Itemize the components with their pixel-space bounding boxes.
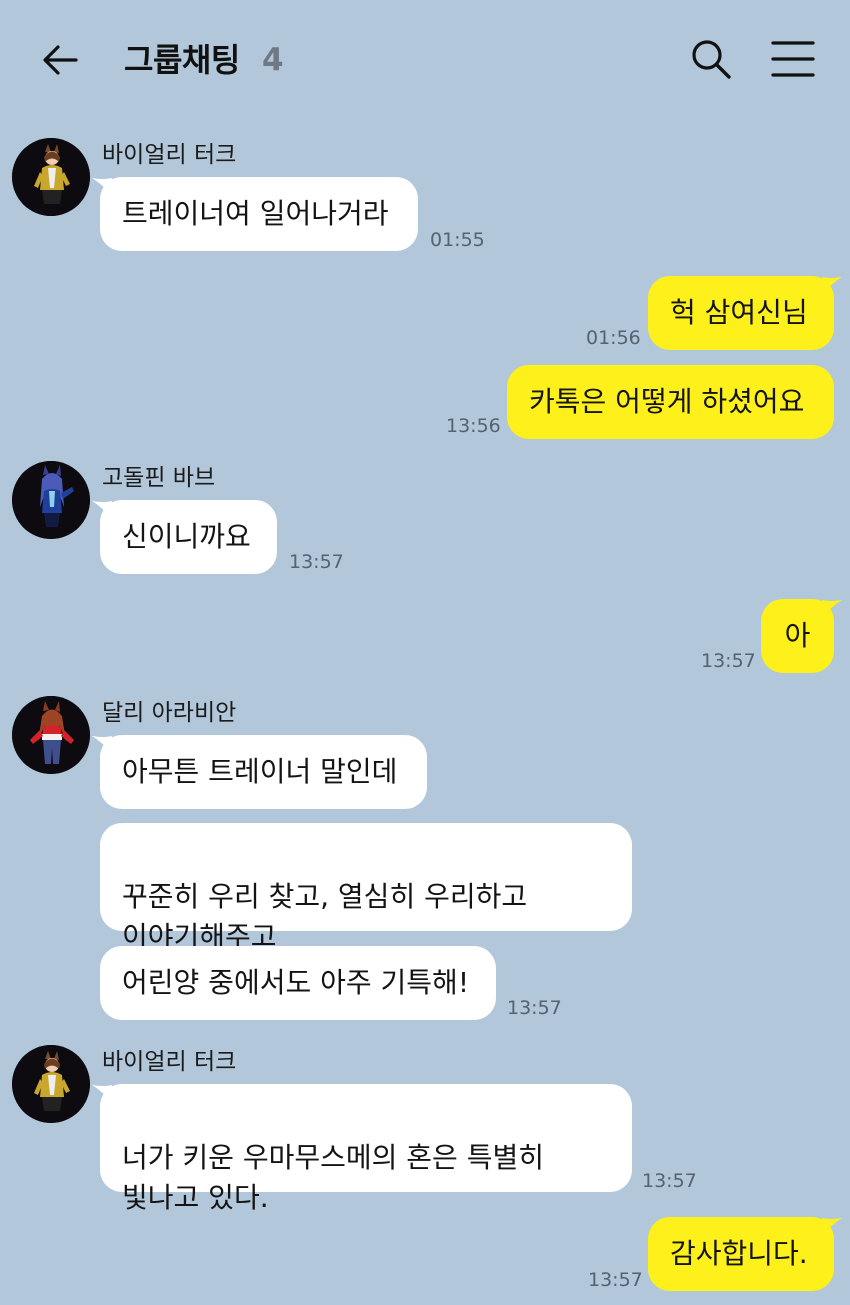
message-bubble[interactable]: 어린양 중에서도 아주 기특해!	[100, 946, 496, 1020]
message-text: 감사합니다.	[670, 1237, 808, 1270]
my-message-bubble[interactable]: 감사합니다.	[648, 1217, 834, 1291]
bubble-tail	[822, 600, 842, 618]
sender-name: 고돌핀 바브	[102, 465, 216, 491]
sender-name: 달리 아라비안	[102, 700, 237, 726]
chat-header: 그룹채팅 4	[0, 0, 850, 120]
message-text: 어린양 중에서도 아주 기특해!	[122, 966, 470, 999]
message-text: 신이니까요	[122, 520, 251, 553]
message-text: 트레이너여 일어나거라	[122, 197, 389, 230]
hamburger-menu-icon[interactable]	[770, 38, 816, 80]
sender-name: 바이얼리 터크	[102, 142, 237, 168]
bubble-tail	[822, 277, 842, 295]
message-bubble[interactable]: 트레이너여 일어나거라	[100, 177, 418, 251]
back-arrow-icon[interactable]	[38, 38, 82, 82]
search-icon[interactable]	[688, 36, 734, 82]
my-message-bubble[interactable]: 헉 삼여신님	[648, 276, 834, 350]
message-bubble[interactable]: 너가 키운 우마무스메의 혼은 특별히 빛나고 있다.	[100, 1084, 632, 1214]
message-time: 01:55	[430, 229, 485, 251]
message-time: 13:57	[701, 650, 756, 672]
sender-name: 바이얼리 터크	[102, 1049, 237, 1075]
my-message-bubble[interactable]: 카톡은 어떻게 하셨어요	[507, 365, 834, 439]
message-text: 아	[784, 619, 811, 652]
message-bubble[interactable]: 아무튼 트레이너 말인데	[100, 735, 427, 809]
profile-character-icon	[12, 696, 90, 774]
profile-character-icon	[12, 461, 90, 539]
bubble-tail	[822, 1218, 842, 1236]
message-bubble[interactable]: 신이니까요	[100, 500, 277, 574]
message-text: 헉 삼여신님	[670, 296, 808, 329]
message-time: 13:56	[446, 415, 501, 437]
avatar[interactable]	[12, 138, 90, 216]
profile-character-icon	[12, 1045, 90, 1123]
avatar[interactable]	[12, 1045, 90, 1123]
avatar[interactable]	[12, 696, 90, 774]
chat-title: 그룹채팅	[124, 41, 240, 79]
message-time: 13:57	[642, 1170, 697, 1192]
message-text: 꾸준히 우리 찾고, 열심히 우리하고 이야기해주고	[122, 880, 528, 953]
message-time: 13:57	[588, 1269, 643, 1291]
profile-character-icon	[12, 138, 90, 216]
message-text: 너가 키운 우마무스메의 혼은 특별히 빛나고 있다.	[122, 1141, 545, 1214]
member-count: 4	[262, 42, 284, 78]
message-time: 13:57	[507, 997, 562, 1019]
message-text: 아무튼 트레이너 말인데	[122, 755, 398, 788]
message-text: 카톡은 어떻게 하셨어요	[529, 385, 805, 418]
avatar[interactable]	[12, 461, 90, 539]
message-bubble[interactable]: 꾸준히 우리 찾고, 열심히 우리하고 이야기해주고	[100, 823, 632, 953]
message-time: 13:57	[289, 551, 344, 573]
message-time: 01:56	[586, 327, 641, 349]
